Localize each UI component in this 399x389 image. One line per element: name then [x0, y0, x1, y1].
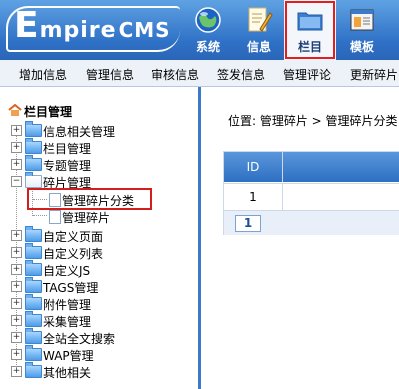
menu-manage-info[interactable]: 管理信息	[86, 66, 134, 83]
folder-icon	[25, 362, 42, 378]
sidebar-item-custom-js[interactable]: + 自定义JS	[0, 260, 198, 278]
sidebar-item-label: 附件管理	[43, 298, 92, 312]
sidebar-item-tags[interactable]: + TAGS管理	[0, 277, 198, 295]
sidebar-item-other[interactable]: + 其他相关	[0, 362, 198, 380]
nav-info-label: 信息	[246, 40, 271, 54]
sidebar-tree: 栏目管理 + 信息相关管理 + 栏目管理 + 专题管理 − 碎片管理 管理碎片分…	[0, 87, 198, 389]
sidebar-item-label: 全站全文搜索	[43, 332, 116, 346]
page-number-button[interactable]: 1	[235, 215, 261, 232]
expand-icon[interactable]: +	[11, 298, 22, 309]
folder-icon	[297, 12, 323, 31]
nav-system[interactable]: 系统	[182, 0, 234, 60]
folder-icon	[25, 121, 42, 137]
nav-template[interactable]: 模板	[336, 0, 388, 60]
folder-icon	[25, 155, 42, 171]
folder-icon	[25, 345, 42, 361]
sidebar-item-label: TAGS管理	[43, 281, 99, 295]
sidebar-item-fulltext-search[interactable]: + 全站全文搜索	[0, 328, 198, 346]
folder-icon	[25, 243, 42, 259]
expand-icon[interactable]: +	[11, 366, 22, 377]
nav-columns-label: 栏目	[297, 40, 322, 54]
table-cell-blank	[283, 183, 399, 210]
logo-word: mpire	[39, 18, 117, 43]
folder-icon	[25, 294, 42, 310]
expand-icon[interactable]: +	[11, 332, 22, 343]
open-folder-icon	[25, 172, 42, 188]
sidebar-item-label: 管理碎片	[62, 211, 111, 225]
folder-icon	[25, 328, 42, 344]
expand-icon[interactable]: +	[11, 159, 22, 170]
sidebar-item-label: 自定义列表	[43, 247, 104, 261]
expand-icon[interactable]: +	[11, 264, 22, 275]
column-header-id: ID	[224, 152, 283, 182]
nav-columns[interactable]: 栏目	[284, 0, 336, 60]
sidebar-item-label: 栏目管理	[43, 142, 92, 156]
menu-update-fragments[interactable]: 更新碎片	[350, 66, 398, 83]
menu-add-info[interactable]: 增加信息	[19, 66, 67, 83]
logo-letter: E	[14, 5, 40, 46]
sidebar-item-label: 其他相关	[43, 366, 92, 380]
folder-icon	[25, 226, 42, 242]
breadcrumb: 位置: 管理碎片 > 管理碎片分类	[228, 114, 398, 128]
sidebar-item-topic-manage[interactable]: + 专题管理	[0, 155, 198, 173]
folder-icon	[25, 260, 42, 276]
expand-icon[interactable]: +	[11, 247, 22, 258]
sidebar-item-fragment-manage[interactable]: − 碎片管理	[0, 172, 198, 190]
nav-template-label: 模板	[349, 40, 374, 54]
main-content: 位置: 管理碎片 > 管理碎片分类 ID 1 1	[201, 87, 399, 389]
logo-cms: CMS	[118, 18, 171, 42]
table-cell-id: 1	[224, 183, 283, 210]
column-header-blank	[283, 152, 399, 182]
home-icon	[8, 104, 22, 116]
window-template-icon	[350, 9, 374, 31]
empirecms-logo: Empire CMS	[14, 8, 171, 44]
selected-item-highlight	[27, 188, 152, 210]
app-header: Empire CMS 系统 信息 栏目 模板	[0, 0, 399, 60]
menu-sign-info[interactable]: 签发信息	[217, 66, 265, 83]
fragment-category-table: ID 1 1	[223, 151, 399, 235]
expand-icon[interactable]: +	[11, 281, 22, 292]
sidebar-item-collect[interactable]: + 采集管理	[0, 311, 198, 329]
collapse-icon[interactable]: −	[11, 176, 22, 187]
sidebar-item-column-manage[interactable]: + 栏目管理	[0, 138, 198, 156]
sidebar-item-custom-list[interactable]: + 自定义列表	[0, 243, 198, 261]
expand-icon[interactable]: +	[11, 142, 22, 153]
nav-system-label: 系统	[195, 40, 220, 54]
expand-icon[interactable]: +	[11, 125, 22, 136]
sidebar-item-custom-page[interactable]: + 自定义页面	[0, 226, 198, 244]
folder-icon	[25, 277, 42, 293]
sidebar-item-label: 专题管理	[43, 159, 92, 173]
sidebar-item-label: 采集管理	[43, 315, 92, 329]
sidebar-item-label: 信息相关管理	[43, 125, 116, 139]
sub-menu-bar: 增加信息 管理信息 审核信息 签发信息 管理评论 更新碎片	[0, 60, 399, 87]
document-icon	[49, 210, 61, 224]
expand-icon[interactable]: +	[11, 349, 22, 360]
sidebar-item-attachments[interactable]: + 附件管理	[0, 294, 198, 312]
folder-icon	[25, 311, 42, 327]
sidebar-item-label: WAP管理	[43, 349, 94, 363]
sidebar-item-wap[interactable]: + WAP管理	[0, 345, 198, 363]
menu-manage-comments[interactable]: 管理评论	[283, 66, 331, 83]
folder-icon	[25, 138, 42, 154]
sidebar-title: 栏目管理	[24, 105, 73, 119]
globe-icon	[195, 7, 221, 33]
expand-icon[interactable]: +	[11, 315, 22, 326]
nav-info[interactable]: 信息	[233, 0, 285, 60]
sidebar-item-label: 自定义JS	[43, 264, 91, 278]
pagination-row: 1	[224, 210, 399, 235]
menu-review-info[interactable]: 审核信息	[151, 66, 199, 83]
sidebar-item-info-manage[interactable]: + 信息相关管理	[0, 121, 198, 139]
expand-icon[interactable]: +	[11, 230, 22, 241]
document-pencil-icon	[248, 7, 273, 32]
sidebar-item-label: 自定义页面	[43, 230, 104, 244]
sidebar-item-fragment-list[interactable]: 管理碎片	[0, 208, 198, 225]
